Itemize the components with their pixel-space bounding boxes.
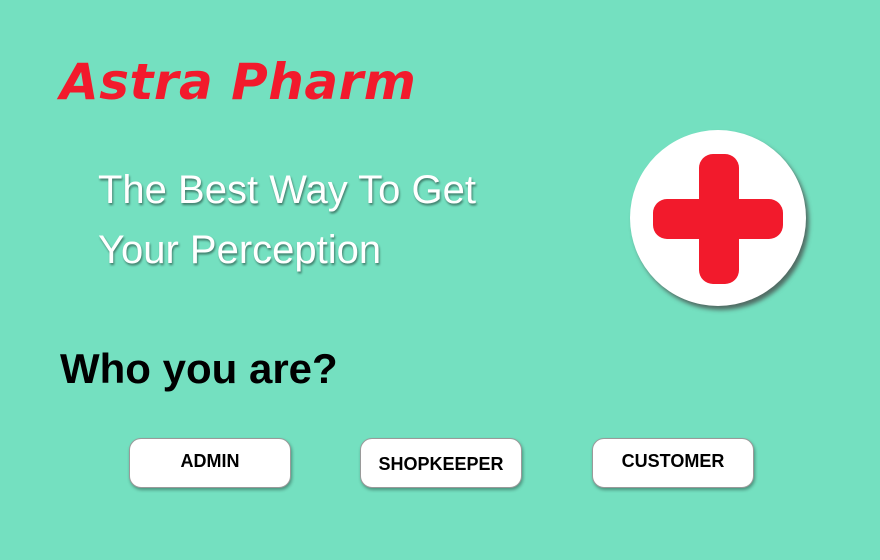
tagline: The Best Way To Get Your Perception (98, 160, 568, 280)
tagline-line-1: The Best Way To Get (98, 168, 476, 212)
admin-button[interactable]: ADMIN (129, 438, 291, 488)
customer-button[interactable]: CUSTOMER (592, 438, 754, 488)
cross-horizontal-bar (653, 199, 783, 239)
shopkeeper-button[interactable]: SHOPKEEPER (360, 438, 522, 488)
tagline-line-2: Your Perception (98, 228, 382, 272)
role-question: Who you are? (60, 345, 338, 392)
medical-cross-icon (630, 130, 806, 306)
app-title: Astra Pharm (60, 53, 417, 111)
